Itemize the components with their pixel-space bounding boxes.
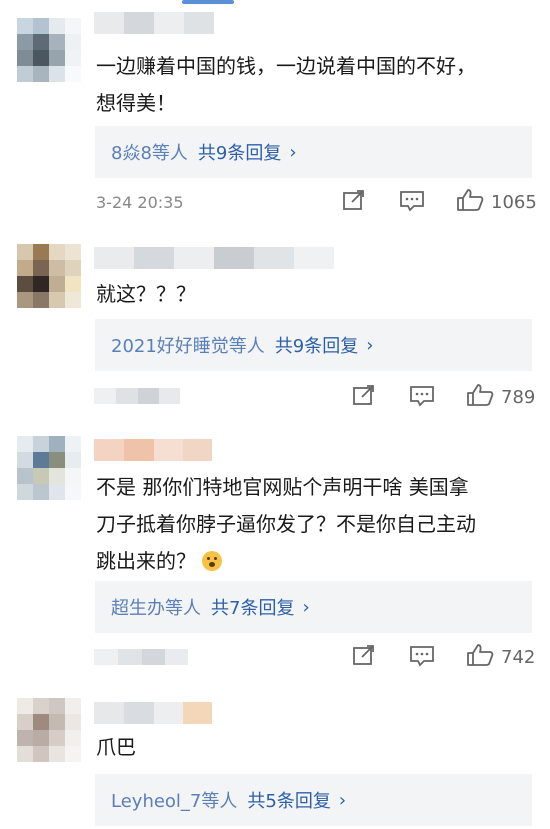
comment-time-blurred: [94, 388, 180, 404]
avatar[interactable]: [17, 18, 81, 82]
chevron-right-icon: ›: [289, 141, 297, 163]
reply-summary[interactable]: 2021好好睡觉等人 共9条回复 ›: [95, 319, 532, 371]
like-count: 742: [501, 647, 536, 668]
comment-item: 一边赚着中国的钱，一边说着中国的不好， 想得美！ 8焱8等人 共9条回复 › 3…: [0, 0, 550, 228]
comment-text: 就这？？？: [96, 282, 196, 306]
reply-count: 共9条回复: [274, 336, 359, 357]
reply-summary[interactable]: 超生办等人 共7条回复 ›: [95, 581, 532, 633]
comment-item: 不是 那你们特地官网贴个声明干啥 美国拿 刀子抵着你脖子逼你发了？不是你自己主动…: [0, 423, 550, 688]
reply-count: 共5条回复: [247, 791, 331, 812]
share-icon[interactable]: [351, 385, 377, 407]
like-count: 1065: [491, 192, 537, 213]
share-icon[interactable]: [341, 190, 367, 212]
username-blurred[interactable]: [94, 12, 214, 34]
avatar[interactable]: [17, 698, 81, 762]
comment-time: 3-24 20:35: [96, 193, 184, 212]
comment-icon[interactable]: [409, 645, 435, 667]
username-blurred[interactable]: [94, 439, 212, 461]
comment-item: 就这？？？ 2021好好睡觉等人 共9条回复 › 789: [0, 228, 550, 423]
comment-time-blurred: [94, 649, 188, 665]
reply-summary[interactable]: Leyheol_7等人 共5条回复 ›: [95, 774, 532, 826]
like-count: 789: [501, 387, 536, 408]
reply-count: 共9条回复: [197, 143, 282, 164]
comment-icon[interactable]: [399, 190, 425, 212]
chevron-right-icon: ›: [366, 334, 374, 356]
reply-summary[interactable]: 8焱8等人 共9条回复 ›: [95, 126, 532, 178]
comment-item: 爪巴 Leyheol_7等人 共5条回复 ›: [0, 688, 550, 829]
chevron-right-icon: ›: [338, 789, 347, 811]
chevron-right-icon: ›: [302, 596, 310, 618]
comment-text: 不是 那你们特地官网贴个声明干啥 美国拿 刀子抵着你脖子逼你发了？不是你自己主动…: [96, 469, 534, 580]
username-blurred[interactable]: [94, 702, 212, 724]
reply-users: Leyheol_7等人: [111, 791, 238, 812]
thumbs-up-icon[interactable]: [466, 643, 494, 667]
comment-icon[interactable]: [409, 385, 435, 407]
thumbs-up-icon[interactable]: [466, 383, 494, 407]
comment-text: 一边赚着中国的钱，一边说着中国的不好， 想得美！: [96, 54, 476, 115]
comment-text: 爪巴: [96, 735, 136, 759]
avatar[interactable]: [17, 244, 81, 308]
reply-users: 超生办等人: [111, 598, 201, 619]
scream-emoji-icon: [202, 551, 223, 571]
thumbs-up-icon[interactable]: [456, 188, 484, 212]
reply-users: 2021好好睡觉等人: [111, 336, 265, 357]
username-blurred[interactable]: [94, 247, 334, 269]
avatar[interactable]: [17, 436, 81, 500]
share-icon[interactable]: [351, 645, 377, 667]
reply-count: 共7条回复: [211, 598, 295, 619]
comment-text-content: 不是 那你们特地官网贴个声明干啥 美国拿 刀子抵着你脖子逼你发了？不是你自己主动…: [96, 475, 476, 573]
reply-users: 8焱8等人: [111, 143, 188, 164]
